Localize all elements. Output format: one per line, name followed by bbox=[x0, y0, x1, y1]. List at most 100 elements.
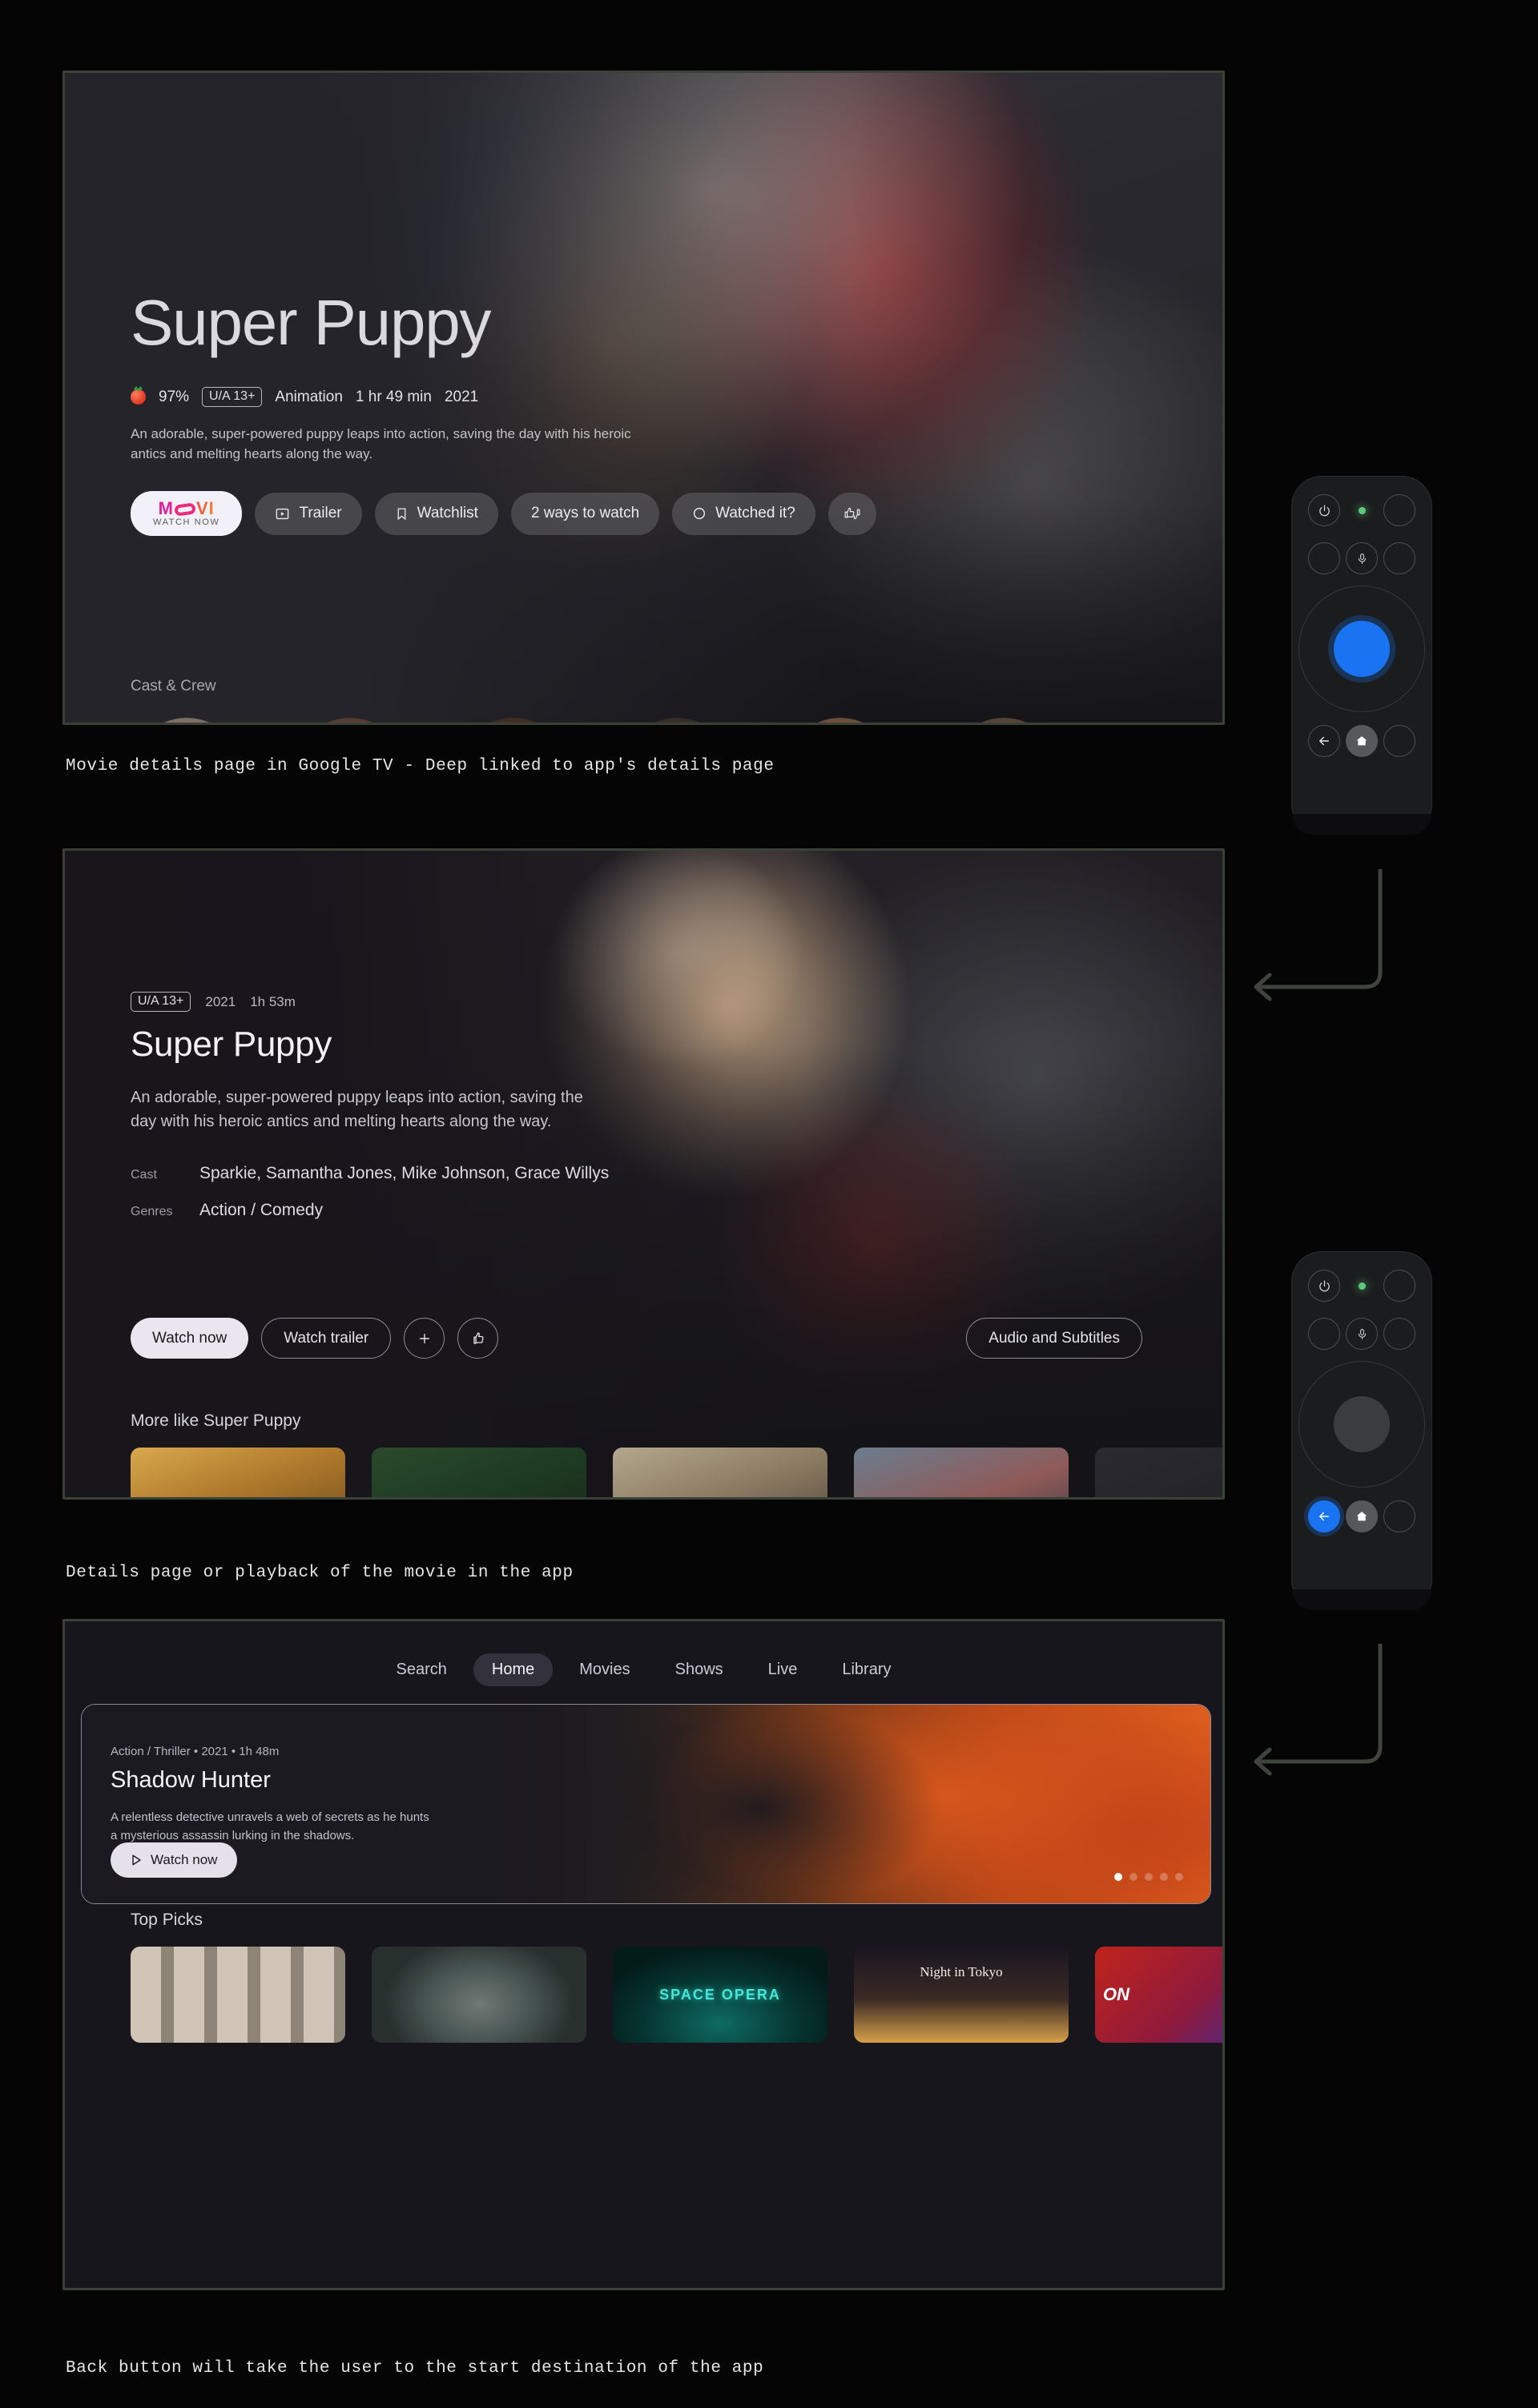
carousel-dot[interactable] bbox=[1175, 1873, 1183, 1881]
ways-to-watch-label: 2 ways to watch bbox=[530, 505, 640, 522]
select-button[interactable] bbox=[1334, 621, 1390, 677]
add-to-list-button[interactable] bbox=[404, 1318, 445, 1359]
dpad[interactable] bbox=[1298, 586, 1425, 712]
remote-row-mic bbox=[1292, 526, 1431, 574]
like-button[interactable] bbox=[457, 1318, 499, 1359]
fact-key: Cast bbox=[131, 1168, 157, 1182]
avatar[interactable] bbox=[784, 718, 896, 723]
circle-icon bbox=[692, 506, 707, 521]
dpad[interactable] bbox=[1298, 1361, 1425, 1488]
remote-top bbox=[1291, 476, 1432, 835]
hero-metadata: Action / Thriller • 2021 • 1h 48m bbox=[111, 1745, 280, 1758]
mic-icon bbox=[1356, 552, 1368, 566]
tab-library[interactable]: Library bbox=[823, 1653, 909, 1686]
tab-shows[interactable]: Shows bbox=[657, 1653, 742, 1686]
carousel-dot[interactable] bbox=[1129, 1873, 1137, 1881]
mic-icon bbox=[1356, 1327, 1368, 1341]
avatar[interactable] bbox=[294, 718, 406, 723]
power-button[interactable] bbox=[1308, 1270, 1340, 1302]
hero-watch-now-button[interactable]: Watch now bbox=[111, 1842, 238, 1878]
audio-subtitles-button[interactable]: Audio and Subtitles bbox=[966, 1318, 1142, 1359]
carousel-dot[interactable] bbox=[1114, 1873, 1122, 1881]
action-button-row: M VI WATCH NOW Trailer Watchlist 2 ways … bbox=[131, 491, 876, 537]
watched-it-button[interactable]: Watched it? bbox=[672, 492, 815, 535]
list-item[interactable] bbox=[372, 1448, 586, 1497]
tab-live[interactable]: Live bbox=[750, 1653, 816, 1686]
watch-trailer-button[interactable]: Watch trailer bbox=[261, 1318, 392, 1359]
tab-search[interactable]: Search bbox=[378, 1653, 465, 1686]
rating-score: 97% bbox=[159, 388, 190, 405]
movi-logo: M VI bbox=[158, 498, 215, 519]
list-item[interactable] bbox=[854, 1448, 1069, 1497]
back-button[interactable] bbox=[1308, 1500, 1340, 1532]
home-button[interactable] bbox=[1346, 725, 1378, 757]
year-label: 2021 bbox=[444, 388, 479, 405]
select-button[interactable] bbox=[1334, 1396, 1390, 1452]
back-button[interactable] bbox=[1308, 725, 1340, 757]
hero-title: Shadow Hunter bbox=[111, 1767, 271, 1793]
list-item[interactable] bbox=[131, 1947, 345, 2043]
thumbs-up-icon bbox=[470, 1331, 486, 1347]
avatar[interactable] bbox=[131, 718, 243, 723]
mic-button[interactable] bbox=[1346, 542, 1378, 574]
cast-crew-row bbox=[131, 718, 1060, 723]
left-aux-button[interactable] bbox=[1308, 1318, 1340, 1350]
list-item[interactable]: ON bbox=[1095, 1947, 1222, 2043]
ways-to-watch-button[interactable]: 2 ways to watch bbox=[510, 492, 660, 535]
cast-crew-label: Cast & Crew bbox=[131, 678, 216, 695]
featured-hero-card[interactable]: Action / Thriller • 2021 • 1h 48m Shadow… bbox=[81, 1704, 1211, 1904]
caption-google-tv: Movie details page in Google TV - Deep l… bbox=[66, 757, 775, 775]
right-nav-button[interactable] bbox=[1383, 1500, 1415, 1532]
avatar[interactable] bbox=[457, 718, 570, 723]
tab-movies[interactable]: Movies bbox=[561, 1653, 648, 1686]
list-item[interactable] bbox=[1095, 1448, 1222, 1497]
carousel-dot[interactable] bbox=[1160, 1873, 1168, 1881]
trailer-button[interactable]: Trailer bbox=[255, 492, 362, 535]
tab-home[interactable]: Home bbox=[473, 1653, 554, 1686]
right-aux-button[interactable] bbox=[1383, 542, 1415, 574]
left-aux-button[interactable] bbox=[1308, 542, 1340, 574]
audio-subtitles-container: Audio and Subtitles bbox=[966, 1318, 1142, 1359]
power-button[interactable] bbox=[1308, 494, 1340, 526]
synopsis-text: An adorable, super-powered puppy leaps i… bbox=[131, 1089, 583, 1130]
google-tv-screen: Super Puppy 97% U/A 13+ Animation 1 hr 4… bbox=[65, 73, 1222, 723]
right-aux-button[interactable] bbox=[1383, 1318, 1415, 1350]
list-item[interactable]: Night in Tokyo bbox=[854, 1947, 1069, 2043]
home-button[interactable] bbox=[1346, 1500, 1378, 1532]
home-icon bbox=[1355, 1509, 1369, 1524]
watchlist-button[interactable]: Watchlist bbox=[374, 492, 498, 535]
list-item[interactable]: SPACE OPERA bbox=[613, 1947, 827, 2043]
rate-button[interactable] bbox=[827, 492, 876, 535]
connector-arrow-top bbox=[1254, 869, 1383, 1001]
metadata-row: 97% U/A 13+ Animation 1 hr 49 min 2021 bbox=[131, 387, 876, 407]
watchlist-label: Watchlist bbox=[417, 505, 478, 522]
play-box-icon bbox=[275, 506, 290, 521]
power-icon bbox=[1318, 1279, 1331, 1293]
remote-bottom-shadow bbox=[1292, 814, 1431, 835]
more-like-poster-row bbox=[131, 1448, 1222, 1497]
plus-icon bbox=[417, 1331, 433, 1347]
list-item[interactable] bbox=[613, 1448, 827, 1497]
status-led bbox=[1358, 1282, 1366, 1290]
list-item[interactable] bbox=[131, 1448, 345, 1497]
more-like-label: More like Super Puppy bbox=[131, 1411, 301, 1430]
remote-row-nav bbox=[1292, 712, 1431, 757]
mic-button[interactable] bbox=[1346, 1318, 1378, 1350]
fact-row-genres: Genres Action / Comedy bbox=[131, 1201, 611, 1220]
avatar[interactable] bbox=[621, 718, 733, 723]
app-details-screen: U/A 13+ 2021 1h 53m Super Puppy An adora… bbox=[65, 851, 1222, 1497]
remote-row-nav bbox=[1292, 1488, 1431, 1532]
input-button[interactable] bbox=[1383, 494, 1415, 526]
watch-now-app-button[interactable]: M VI WATCH NOW bbox=[131, 491, 243, 537]
connector-arrow-bottom bbox=[1254, 1644, 1383, 1776]
list-item[interactable] bbox=[372, 1947, 586, 2043]
carousel-dot[interactable] bbox=[1145, 1873, 1153, 1881]
input-button[interactable] bbox=[1383, 1270, 1415, 1302]
top-navigation-bar: Search Home Movies Shows Live Library bbox=[65, 1653, 1222, 1686]
watch-now-button[interactable]: Watch now bbox=[131, 1318, 249, 1359]
right-nav-button[interactable] bbox=[1383, 725, 1415, 757]
avatar[interactable] bbox=[948, 718, 1060, 723]
carousel-indicator[interactable] bbox=[1114, 1873, 1183, 1881]
status-led bbox=[1358, 506, 1366, 514]
fact-value: Action / Comedy bbox=[199, 1201, 324, 1219]
